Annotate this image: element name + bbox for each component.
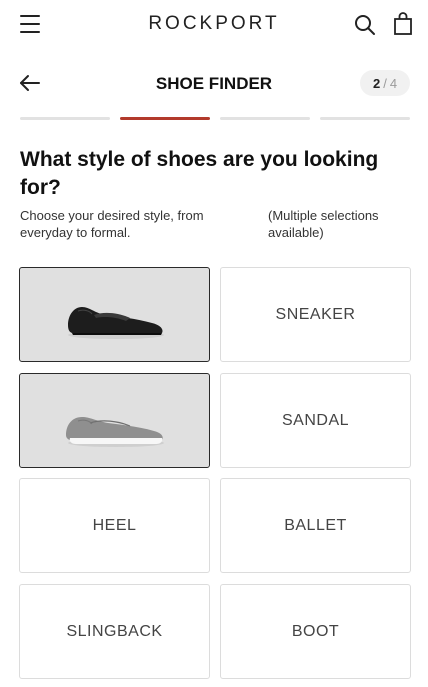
option-ballet[interactable]: BALLET [220,478,411,573]
option-boot[interactable]: BOOT [220,584,411,679]
selection-note: (Multiple selections available) [268,208,379,240]
progress-bar [20,117,410,121]
top-bar: ROCKPORT [0,0,428,50]
progress-segment [320,117,410,120]
option-slingback[interactable]: SLINGBACK [19,584,210,679]
question-description: Choose your desired style, from everyday… [20,208,204,240]
shoe-finder-header: SHOE FINDER 2 / 4 [0,62,428,106]
progress-segment-active [120,117,210,120]
option-label: SANDAL [281,411,350,429]
step-indicator: 2 / 4 [360,70,410,96]
step-current: 2 [372,75,381,91]
step-separator: / [383,75,387,91]
shopping-bag-icon[interactable] [393,12,413,36]
option-heel[interactable]: HEEL [19,478,210,573]
option-label: BALLET [284,516,347,534]
progress-segment [20,117,110,120]
gray-slip-on-sneaker-image [65,416,164,447]
option-loafer[interactable] [19,267,210,362]
option-label: SNEAKER [275,305,356,323]
option-label: SLINGBACK [66,622,163,640]
option-label: HEEL [92,516,137,534]
option-label: BOOT [291,622,340,640]
option-sandal[interactable]: SANDAL [220,373,411,468]
option-sneaker[interactable]: SNEAKER [220,267,411,362]
black-loafer-image [67,306,164,339]
question-title: What style of shoes are you looking for? [20,148,379,199]
option-slip-on[interactable] [19,373,210,468]
step-total: 4 [389,75,398,91]
progress-segment [220,117,310,120]
search-icon[interactable] [354,14,376,36]
